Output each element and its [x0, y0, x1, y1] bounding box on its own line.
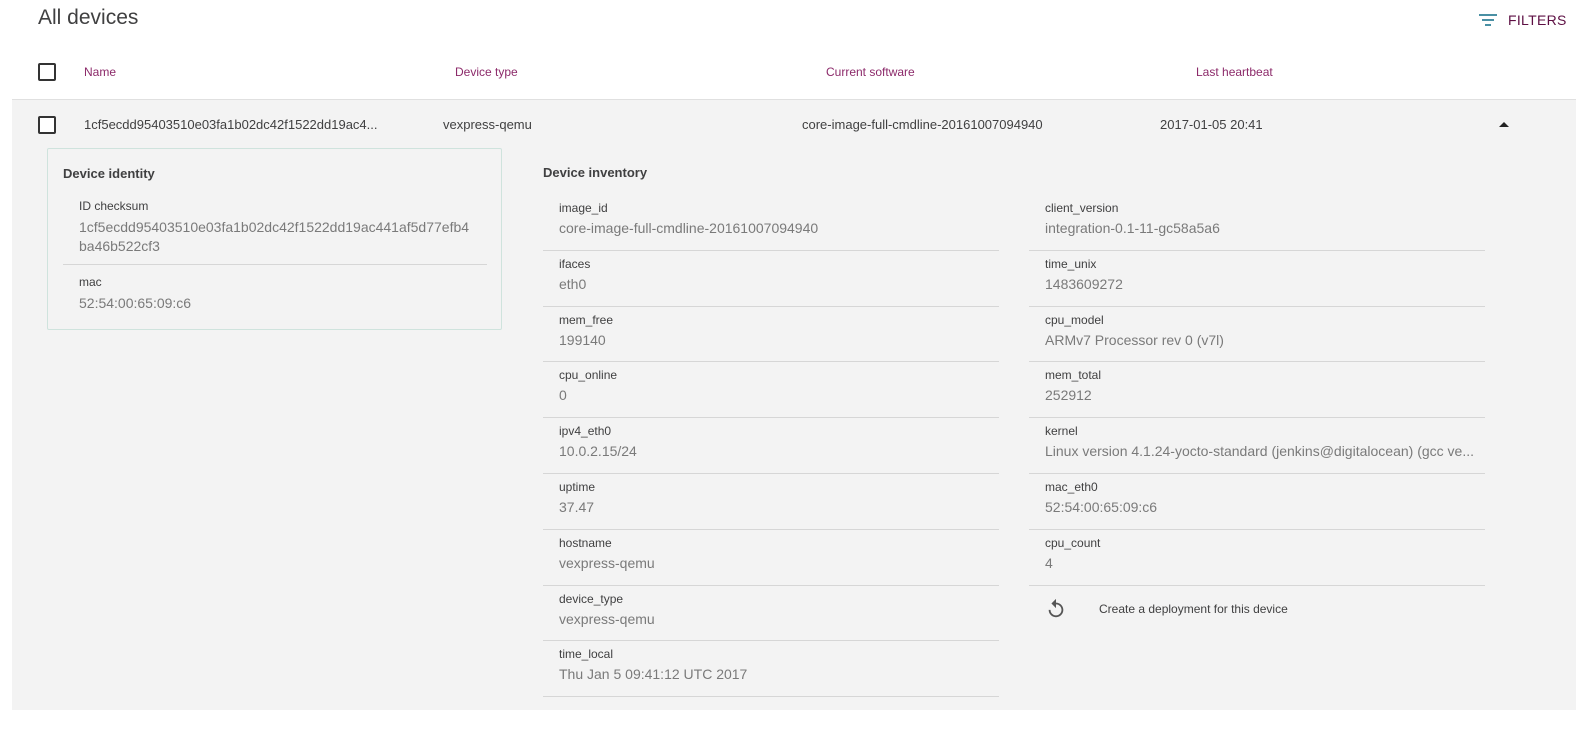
column-header-current-software[interactable]: Current software [826, 65, 915, 79]
filter-icon [1478, 12, 1498, 28]
inventory-item: cpu_online 0 [543, 362, 999, 419]
column-header-device-type[interactable]: Device type [455, 65, 518, 79]
device-name[interactable]: 1cf5ecdd95403510e03fa1b02dc42f1522dd19ac… [84, 117, 378, 132]
last-heartbeat-cell: 2017-01-05 20:41 [1160, 117, 1263, 132]
inventory-label: cpu_count [1045, 535, 1101, 550]
inventory-item: hostname vexpress-qemu [543, 530, 999, 586]
inventory-label: hostname [559, 535, 612, 550]
inventory-value: 4 [1045, 554, 1053, 571]
inventory-label: cpu_model [1045, 312, 1104, 327]
inventory-item: cpu_count 4 [1029, 530, 1485, 586]
identity-item-checksum: ID checksum 1cf5ecdd95403510e03fa1b02dc4… [63, 199, 487, 265]
filters-button[interactable]: FILTERS [1478, 12, 1567, 28]
inventory-label: ipv4_eth0 [559, 424, 612, 439]
inventory-value: 199140 [559, 331, 606, 348]
inventory-label: uptime [559, 479, 596, 494]
filters-label: FILTERS [1508, 12, 1567, 28]
inventory-item: client_version integration-0.1-11-gc58a5a… [1029, 195, 1485, 251]
identity-label: ID checksum [79, 199, 149, 213]
inventory-value: Thu Jan 5 09:41:12 UTC 2017 [559, 666, 748, 683]
inventory-label: kernel [1045, 424, 1078, 439]
inventory-item: image_id core-image-full-cmdline-20161007… [543, 195, 999, 251]
inventory-value: Linux version 4.1.24-yocto-standard (jen… [1045, 443, 1474, 460]
device-identity-card: Device identity ID checksum 1cf5ecdd9540… [47, 148, 502, 330]
inventory-label: time_unix [1045, 256, 1097, 271]
inventory-item: uptime 37.47 [543, 474, 999, 530]
inventory-value: eth0 [559, 275, 587, 292]
inventory-item: mem_free 199140 [543, 307, 999, 363]
inventory-value: ARMv7 Processor rev 0 (v7l) [1045, 331, 1224, 348]
inventory-item: ipv4_eth0 10.0.2.15/24 [543, 418, 999, 474]
inventory-label: mem_free [559, 312, 614, 327]
expanded-device-row: 1cf5ecdd95403510e03fa1b02dc42f1522dd19ac… [12, 100, 1576, 710]
inventory-item: ifaces eth0 [543, 251, 999, 307]
identity-label: mac [79, 275, 102, 289]
inventory-value: 10.0.2.15/24 [559, 443, 637, 460]
device-identity-title: Device identity [63, 166, 155, 181]
inventory-value: 37.47 [559, 498, 595, 515]
column-header-last-heartbeat[interactable]: Last heartbeat [1196, 65, 1273, 79]
inventory-value: vexpress-qemu [559, 610, 655, 627]
inventory-column-right: client_version integration-0.1-11-gc58a5a… [1029, 195, 1485, 586]
create-deployment-label: Create a deployment for this device [1099, 602, 1288, 616]
inventory-item: cpu_model ARMv7 Processor rev 0 (v7l) [1029, 307, 1485, 363]
inventory-value: 1483609272 [1045, 275, 1123, 292]
inventory-value: integration-0.1-11-gc58a5a6 [1045, 220, 1220, 236]
device-inventory-title: Device inventory [543, 165, 648, 180]
inventory-label: mem_total [1045, 368, 1102, 383]
identity-value: 1cf5ecdd95403510e03fa1b02dc42f1522dd19ac… [79, 219, 470, 254]
inventory-label: ifaces [559, 256, 591, 271]
create-deployment-button[interactable]: Create a deployment for this device [1045, 598, 1288, 620]
inventory-label: image_id [559, 201, 608, 215]
inventory-column-left: image_id core-image-full-cmdline-20161007… [543, 195, 999, 698]
inventory-item: time_unix 1483609272 [1029, 251, 1485, 307]
inventory-label: device_type [559, 591, 624, 606]
row-checkbox[interactable] [38, 116, 56, 134]
inventory-item: mem_total 252912 [1029, 362, 1485, 419]
inventory-item: mac_eth0 52:54:00:65:09:c6 [1029, 474, 1485, 530]
column-header-name[interactable]: Name [84, 65, 116, 79]
table-header: Name Device type Current software Last h… [12, 50, 1576, 100]
inventory-label: cpu_online [559, 368, 618, 383]
inventory-value: 52:54:00:65:09:c6 [1045, 498, 1158, 515]
inventory-item: kernel Linux version 4.1.24-yocto-standar… [1029, 418, 1485, 474]
collapse-arrow-icon[interactable] [1499, 122, 1509, 127]
page-title: All devices [38, 6, 139, 29]
inventory-value: 252912 [1045, 387, 1092, 404]
inventory-value: core-image-full-cmdline-20161007094940 [559, 220, 819, 236]
device-type-cell: vexpress-qemu [443, 117, 532, 132]
current-software-cell: core-image-full-cmdline-20161007094940 [802, 117, 1043, 132]
inventory-label: client_version [1045, 201, 1119, 215]
select-all-checkbox[interactable] [38, 63, 56, 81]
inventory-label: mac_eth0 [1045, 479, 1098, 494]
inventory-value: vexpress-qemu [559, 554, 655, 571]
identity-value: 52:54:00:65:09:c6 [79, 295, 192, 311]
identity-item-mac: mac 52:54:00:65:09:c6 [63, 275, 191, 313]
inventory-value: 0 [559, 387, 567, 404]
inventory-item: time_local Thu Jan 5 09:41:12 UTC 2017 [543, 641, 999, 698]
inventory-label: time_local [559, 647, 614, 662]
replay-icon [1045, 598, 1067, 620]
inventory-item: device_type vexpress-qemu [543, 586, 999, 642]
